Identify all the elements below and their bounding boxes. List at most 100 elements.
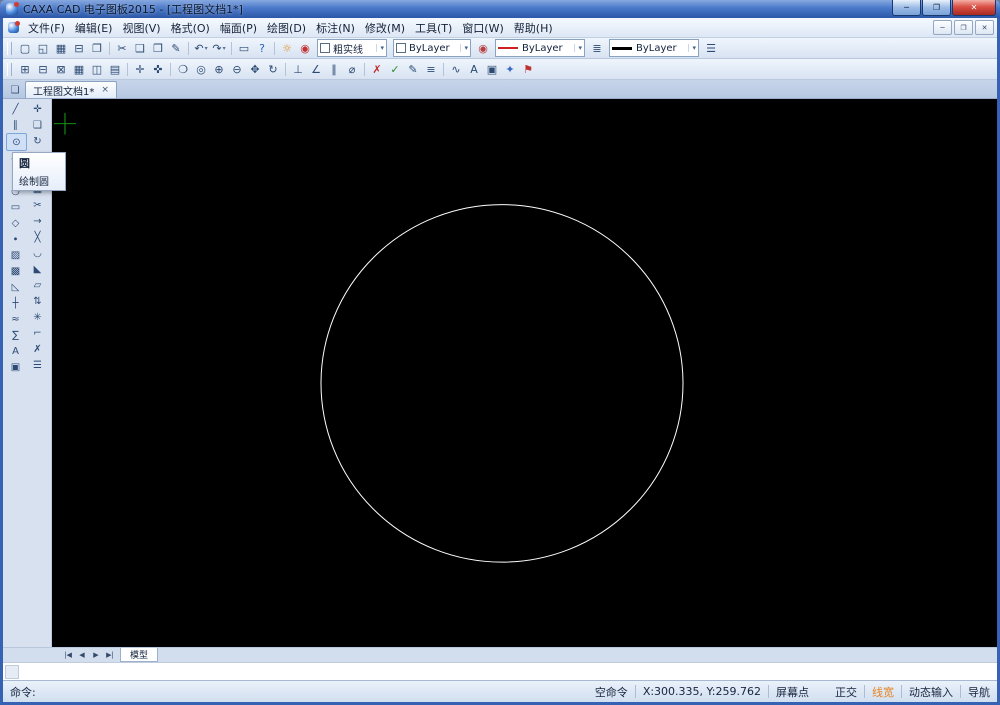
- dropdown-caret-icon[interactable]: ▾: [223, 45, 226, 52]
- centerline-tool[interactable]: ┼: [6, 295, 25, 311]
- edit-icon[interactable]: ✎: [404, 61, 422, 78]
- parts-list-icon[interactable]: ▦: [70, 61, 88, 78]
- diameter-icon[interactable]: ⌀: [343, 61, 361, 78]
- trim-tool[interactable]: ✂: [28, 197, 47, 213]
- layer-list-icon[interactable]: ≡: [422, 61, 440, 78]
- chamfer-edge-tool[interactable]: ◣: [28, 261, 47, 277]
- table-icon[interactable]: ◫: [88, 61, 106, 78]
- close-button[interactable]: ✕: [952, 0, 996, 16]
- color-palette-icon[interactable]: ◉: [296, 40, 314, 57]
- maximize-button[interactable]: ❐: [922, 0, 951, 16]
- bom-icon[interactable]: ▤: [106, 61, 124, 78]
- three-view-nav-icon[interactable]: ✛: [131, 61, 149, 78]
- undo-icon[interactable]: ↶ ▾: [192, 40, 210, 57]
- resize-grip[interactable]: [5, 664, 19, 679]
- minimize-button[interactable]: ─: [892, 0, 921, 16]
- menu-format[interactable]: 格式(O): [166, 19, 215, 37]
- color-combo[interactable]: ByLayer ▾: [495, 39, 585, 57]
- explode-tool[interactable]: ✳: [28, 309, 47, 325]
- hatch-tool[interactable]: ▨: [6, 247, 25, 263]
- linetype-icon[interactable]: ≣: [588, 40, 606, 57]
- text-tool[interactable]: A: [6, 343, 25, 359]
- menu-view[interactable]: 视图(V): [117, 19, 165, 37]
- scale-tool[interactable]: ⇅: [28, 293, 47, 309]
- model-tab[interactable]: 模型: [120, 648, 159, 662]
- linewidth-combo[interactable]: ByLayer ▾: [609, 39, 699, 57]
- print-icon[interactable]: ⊟: [70, 40, 88, 57]
- sheet-settings-icon[interactable]: ⊞: [16, 61, 34, 78]
- ortho-toggle[interactable]: 正交: [835, 684, 857, 700]
- block-create-tool[interactable]: ▣: [6, 359, 25, 375]
- linewidth-toggle[interactable]: 线宽: [872, 684, 894, 700]
- menu-tools[interactable]: 工具(T): [410, 19, 457, 37]
- tab-close-icon[interactable]: ×: [101, 85, 109, 95]
- linestyle-combo[interactable]: 粗实线 ▾: [317, 39, 387, 57]
- next-sheet-button[interactable]: ▶: [89, 649, 103, 661]
- break-tool[interactable]: ╳: [28, 229, 47, 245]
- zoom-all-icon[interactable]: ◎: [192, 61, 210, 78]
- dimension-tool[interactable]: ⌐: [28, 325, 47, 341]
- flag-icon[interactable]: ⚑: [519, 61, 537, 78]
- last-sheet-button[interactable]: ▶|: [103, 649, 117, 661]
- menu-help[interactable]: 帮助(H): [509, 19, 558, 37]
- spline-display-icon[interactable]: ∿: [447, 61, 465, 78]
- erase-tool[interactable]: ✗: [28, 341, 47, 357]
- menu-edit[interactable]: 编辑(E): [70, 19, 118, 37]
- parallel-line-tool[interactable]: ∥: [6, 117, 25, 133]
- zoom-in-icon[interactable]: ⊕: [210, 61, 228, 78]
- parallel-mode-icon[interactable]: ∥: [325, 61, 343, 78]
- pick-point-icon[interactable]: ✜: [149, 61, 167, 78]
- paste-icon[interactable]: ❒: [149, 40, 167, 57]
- child-restore-button[interactable]: ❐: [954, 20, 973, 35]
- copy-icon[interactable]: ❑: [131, 40, 149, 57]
- chamfer-tool[interactable]: ◺: [6, 279, 25, 295]
- title-block-icon[interactable]: ⊠: [52, 61, 70, 78]
- save-icon[interactable]: ▦: [52, 40, 70, 57]
- dropdown-caret-icon[interactable]: ▾: [205, 45, 208, 52]
- copy-entity-tool[interactable]: ❑: [28, 117, 47, 133]
- new-icon[interactable]: ▢: [16, 40, 34, 57]
- menu-modify[interactable]: 修改(M): [360, 19, 410, 37]
- help-icon[interactable]: ?: [253, 40, 271, 57]
- circle-tool[interactable]: ⊙: [6, 133, 27, 151]
- bookmark-icon[interactable]: ✦: [501, 61, 519, 78]
- toolbar-grip[interactable]: [7, 62, 12, 76]
- new-sheet-icon[interactable]: ❏: [7, 83, 23, 98]
- move-tool[interactable]: ✛: [28, 101, 47, 117]
- ortho-mode-icon[interactable]: ⊥: [289, 61, 307, 78]
- angle-icon[interactable]: ∠: [307, 61, 325, 78]
- extend-tool[interactable]: →: [28, 213, 47, 229]
- menu-paper[interactable]: 幅面(P): [215, 19, 262, 37]
- zoom-window-icon[interactable]: ❍: [174, 61, 192, 78]
- prev-sheet-button[interactable]: ◀: [75, 649, 89, 661]
- redraw-icon[interactable]: ↻: [264, 61, 282, 78]
- text-style-icon[interactable]: A: [465, 61, 483, 78]
- zoom-out-icon[interactable]: ⊖: [228, 61, 246, 78]
- child-close-button[interactable]: ✕: [975, 20, 994, 35]
- tab-document[interactable]: 工程图文档1* ×: [25, 81, 117, 98]
- polygon-tool[interactable]: ◇: [6, 215, 25, 231]
- redo-icon[interactable]: ↷ ▾: [210, 40, 228, 57]
- menu-draw[interactable]: 绘图(D): [262, 19, 311, 37]
- cut-icon[interactable]: ✂: [113, 40, 131, 57]
- toolbar-grip[interactable]: [7, 41, 12, 55]
- rotate-tool[interactable]: ↻: [28, 133, 47, 149]
- confirm-icon[interactable]: ✓: [386, 61, 404, 78]
- style-manager-icon[interactable]: ☼: [278, 40, 296, 57]
- properties-tool[interactable]: ☰: [28, 357, 47, 373]
- format-painter-icon[interactable]: ✎: [167, 40, 185, 57]
- delete-icon[interactable]: ✗: [368, 61, 386, 78]
- rectangle-tool[interactable]: ▭: [6, 199, 25, 215]
- title-bar[interactable]: CAXA CAD 电子图板2015 - [工程图文档1*] ─ ❐ ✕: [0, 0, 1000, 18]
- pan-icon[interactable]: ✥: [246, 61, 264, 78]
- block-edit-icon[interactable]: ▣: [483, 61, 501, 78]
- toolbar-options-icon[interactable]: ☰: [702, 40, 720, 57]
- point-tool[interactable]: ∙: [6, 231, 25, 247]
- fill-tool[interactable]: ▩: [6, 263, 25, 279]
- wave-line-tool[interactable]: ≈: [6, 311, 25, 327]
- drawn-circle[interactable]: [320, 204, 684, 563]
- offset-tool[interactable]: ▱: [28, 277, 47, 293]
- fillet-tool[interactable]: ◡: [28, 245, 47, 261]
- command-input-area[interactable]: [3, 662, 997, 680]
- print-preview-icon[interactable]: ❐: [88, 40, 106, 57]
